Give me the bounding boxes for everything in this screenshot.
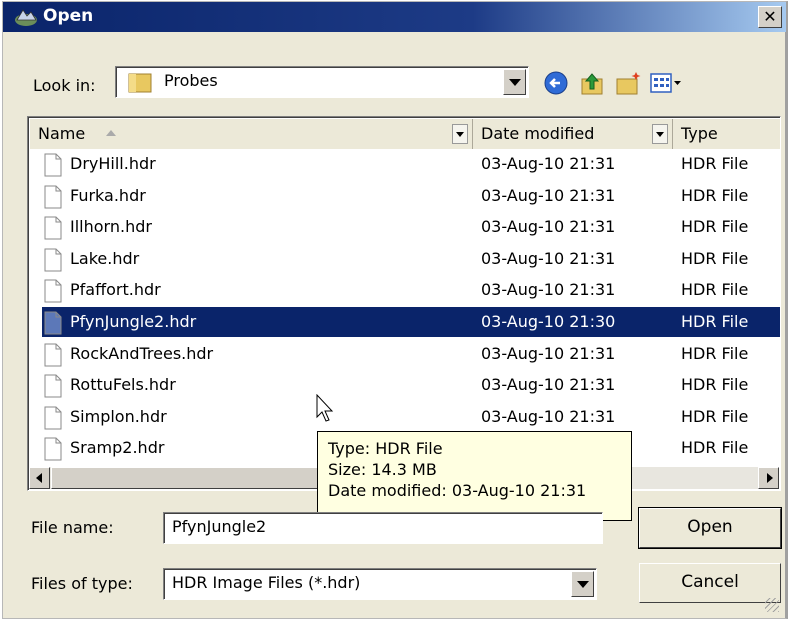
file-type-cell: HDR File [681,375,749,395]
cancel-button[interactable]: Cancel [639,563,781,603]
file-row[interactable]: DryHill.hdr 03-Aug-10 21:31 HDR File [42,149,780,179]
file-name-cell: Lake.hdr [70,248,140,268]
file-date-cell: 03-Aug-10 21:31 [481,248,616,268]
file-date-cell: 03-Aug-10 21:31 [481,154,616,173]
look-in-label: Look in: [33,76,96,95]
close-icon: ✕ [763,7,777,26]
resize-grip[interactable] [765,598,779,612]
hdr-file-icon [44,279,62,303]
file-row[interactable]: RockAndTrees.hdr 03-Aug-10 21:31 HDR File [42,339,780,369]
file-name-cell: Pfaffort.hdr [70,280,161,300]
chevron-down-icon [456,132,464,137]
file-type-cell: HDR File [681,217,749,237]
app-icon [15,9,37,26]
file-type-cell: HDR File [681,312,749,331]
hdr-file-icon [44,437,62,461]
window-title: Open [43,6,94,26]
files-of-type-label: Files of type: [31,574,133,593]
look-in-dropdown-button[interactable] [503,69,526,95]
file-date-cell: 03-Aug-10 21:31 [481,406,616,426]
file-type-cell: HDR File [681,248,749,268]
hdr-file-icon [44,374,62,398]
file-type-cell: HDR File [681,154,749,173]
view-menu-icon[interactable] [649,70,685,96]
hdr-file-icon [44,216,62,240]
scroll-left-button[interactable] [29,467,50,489]
file-row[interactable]: Lake.hdr 03-Aug-10 21:31 HDR File [42,244,780,274]
file-date-cell: 03-Aug-10 21:31 [481,375,616,395]
file-row[interactable]: Pfaffort.hdr 03-Aug-10 21:31 HDR File [42,275,780,305]
column-header-date[interactable]: Date modified [473,119,673,149]
hdr-file-icon [44,343,62,367]
file-name-cell: RottuFels.hdr [70,375,176,395]
hdr-file-icon [44,248,62,272]
file-name-label: File name: [31,518,114,537]
open-button[interactable]: Open [638,507,782,549]
file-date-cell: 03-Aug-10 21:30 [481,312,616,331]
file-name-cell: Illhorn.hdr [70,217,152,237]
file-row[interactable]: PfynJungle2.hdr 03-Aug-10 21:30 HDR File [42,307,780,337]
file-type-cell: HDR File [681,280,749,300]
arrow-right-icon [767,473,773,483]
column-header-name[interactable]: Name [30,119,473,149]
look-in-value: Probes [164,71,218,90]
file-name-cell: Sramp2.hdr [70,438,165,458]
hdr-file-icon-selected [44,311,62,335]
file-type-cell: HDR File [681,406,749,426]
folder-icon [128,73,152,93]
file-date-cell: 03-Aug-10 21:31 [481,185,616,205]
file-name-cell: Simplon.hdr [70,406,167,426]
file-row[interactable]: Furka.hdr 03-Aug-10 21:31 HDR File [42,181,780,211]
chevron-down-icon [656,132,664,137]
column-header-type[interactable]: Type [673,119,780,149]
title-bar[interactable]: Open ✕ [3,2,786,32]
tooltip-type: Type: HDR File [328,439,443,458]
look-in-combo[interactable]: Probes [115,66,529,98]
file-row[interactable]: Illhorn.hdr 03-Aug-10 21:31 HDR File [42,212,780,242]
file-name-cell: RockAndTrees.hdr [70,343,214,363]
chevron-down-icon [509,79,521,86]
open-dialog: Open ✕ Look in: Probes Name Date modifie… [2,1,788,619]
files-of-type-dropdown-button[interactable] [571,571,594,597]
date-filter-button[interactable] [652,124,668,144]
file-row[interactable]: Simplon.hdr 03-Aug-10 21:31 HDR File [42,402,780,432]
hdr-file-icon [44,153,62,177]
file-name-cell: Furka.hdr [70,185,146,205]
up-folder-icon[interactable] [579,70,605,96]
sort-ascending-icon [106,130,116,136]
back-icon[interactable] [543,70,569,96]
hdr-file-icon [44,185,62,209]
tooltip-date: Date modified: 03-Aug-10 21:31 [328,481,587,500]
file-name-field[interactable]: PfynJungle2 [163,512,603,544]
hdr-file-icon [44,406,62,430]
file-date-cell: 03-Aug-10 21:31 [481,343,616,363]
file-date-cell: 03-Aug-10 21:31 [481,280,616,300]
new-folder-icon[interactable] [615,70,641,96]
file-type-cell: HDR File [681,343,749,363]
close-button[interactable]: ✕ [758,6,782,28]
file-info-tooltip: Type: HDR File Size: 14.3 MB Date modifi… [317,431,632,521]
files-of-type-value: HDR Image Files (*.hdr) [172,573,361,592]
scroll-right-button[interactable] [758,467,779,489]
tooltip-size: Size: 14.3 MB [328,460,437,479]
file-name-cell: PfynJungle2.hdr [70,312,197,331]
mouse-cursor-icon [316,394,334,422]
file-name-cell: DryHill.hdr [70,154,156,173]
arrow-left-icon [36,473,42,483]
file-date-cell: 03-Aug-10 21:31 [481,217,616,237]
name-filter-button[interactable] [452,124,468,144]
file-type-cell: HDR File [681,438,749,458]
file-name-value: PfynJungle2 [172,517,267,536]
files-of-type-combo[interactable]: HDR Image Files (*.hdr) [163,568,597,600]
chevron-down-icon [577,581,589,588]
file-row[interactable]: RottuFels.hdr 03-Aug-10 21:31 HDR File [42,370,780,400]
file-type-cell: HDR File [681,185,749,205]
